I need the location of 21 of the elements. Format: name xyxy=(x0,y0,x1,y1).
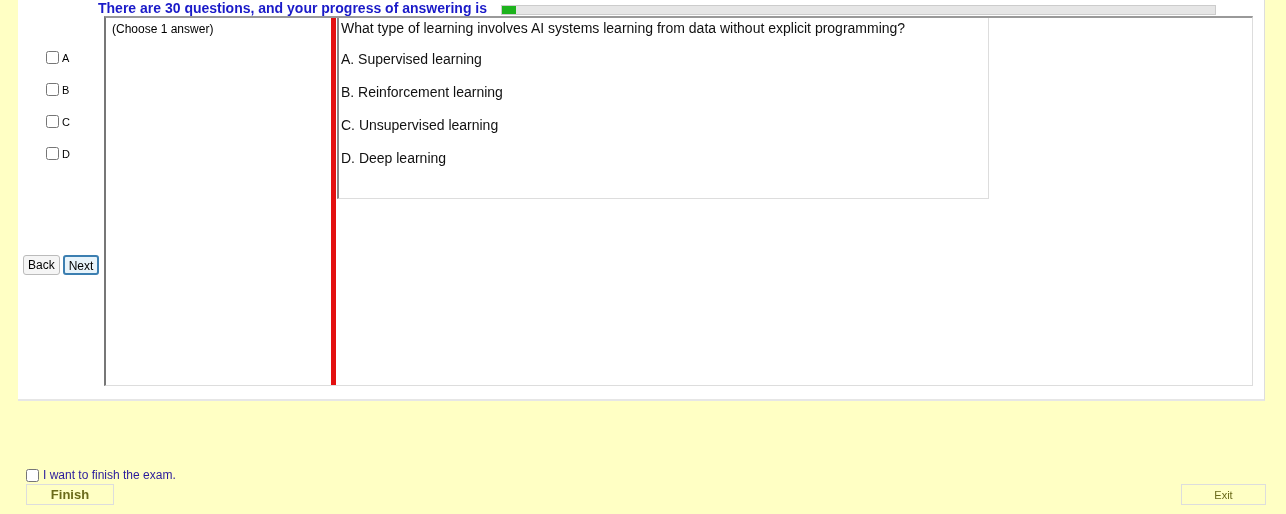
next-button[interactable]: Next xyxy=(62,255,100,275)
choice-label: C xyxy=(62,115,70,128)
exit-button[interactable]: Exit xyxy=(1181,484,1266,505)
answer-checkbox[interactable] xyxy=(46,147,59,160)
finish-button[interactable]: Finish xyxy=(26,484,114,505)
option-text: D. Deep learning xyxy=(341,150,448,166)
choice-label: D xyxy=(62,147,70,160)
option-text: A. Supervised learning xyxy=(341,51,483,67)
progress-text: There are 30 questions, and your progress of answering is xyxy=(98,1,487,15)
answer-checkbox[interactable] xyxy=(46,115,59,128)
question-text: What type of learning involves AI systems learning from data without explicit programming? xyxy=(341,20,907,36)
instruction-text: (Choose 1 answer) xyxy=(111,21,215,38)
finish-label: I want to finish the exam. xyxy=(43,468,176,482)
back-button[interactable]: Back xyxy=(23,255,60,275)
answer-checkbox[interactable] xyxy=(46,51,59,64)
answer-checkbox[interactable] xyxy=(46,83,59,96)
option-text: B. Reinforcement learning xyxy=(341,84,504,100)
choice-label: B xyxy=(62,83,70,96)
finish-checkbox[interactable] xyxy=(26,468,39,482)
choice-label: A xyxy=(62,51,70,64)
option-text: C. Unsupervised learning xyxy=(341,117,500,133)
